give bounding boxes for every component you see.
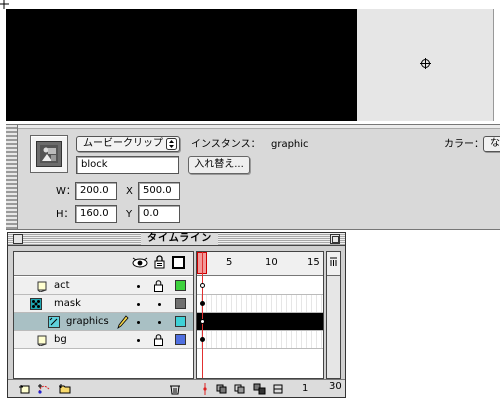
layer-row-graphics[interactable]: graphics bbox=[14, 313, 193, 331]
pencil-icon bbox=[117, 315, 129, 329]
timeline-window: タイムライン act mask graphics bg 5 10 15 1 30 bbox=[7, 232, 346, 398]
frame-row-mask[interactable] bbox=[197, 295, 323, 313]
select-arrows-icon bbox=[166, 138, 177, 150]
stage-scrollbar[interactable] bbox=[493, 9, 500, 121]
registration-point-icon[interactable] bbox=[420, 58, 431, 69]
frame-ruler[interactable]: 1 5 10 15 bbox=[197, 252, 323, 276]
mask-layer-icon bbox=[30, 298, 42, 310]
frame-area[interactable]: 1 5 10 15 bbox=[196, 251, 324, 379]
stage-area[interactable] bbox=[0, 0, 500, 124]
layer-row-act[interactable]: act bbox=[14, 277, 193, 295]
behavior-select[interactable]: ムービークリップ bbox=[76, 136, 180, 152]
width-field[interactable]: 200.0 bbox=[75, 182, 117, 200]
timeline-titlebar[interactable]: タイムライン bbox=[8, 233, 345, 246]
lock-icon[interactable] bbox=[154, 334, 163, 346]
layer-name: mask bbox=[54, 298, 81, 309]
layer-list: act mask graphics bg bbox=[13, 251, 194, 379]
close-box-icon[interactable] bbox=[13, 234, 23, 244]
lock-dot[interactable] bbox=[158, 321, 161, 324]
layer-color-swatch[interactable] bbox=[175, 280, 186, 291]
color-value: な bbox=[490, 138, 500, 149]
height-field[interactable]: 160.0 bbox=[75, 205, 117, 223]
ruler-label: 10 bbox=[265, 257, 278, 268]
trash-icon[interactable] bbox=[168, 383, 182, 395]
panel-header bbox=[18, 125, 500, 129]
layer-folder-icon[interactable] bbox=[58, 383, 72, 395]
width-label: W： bbox=[56, 186, 76, 197]
layer-row-bg[interactable]: bg bbox=[14, 331, 193, 349]
frame-rate: 30 bbox=[329, 381, 342, 392]
instance-properties-panel: ムービークリップ インスタンス： graphic カラー： な block 入れ… bbox=[6, 124, 500, 230]
zoom-box-icon[interactable] bbox=[330, 234, 340, 244]
frame-row-act[interactable] bbox=[197, 277, 323, 295]
timeline-title: タイムライン bbox=[141, 233, 219, 245]
layer-color-swatch[interactable] bbox=[175, 334, 186, 345]
behavior-value: ムービークリップ bbox=[83, 138, 163, 149]
layer-name: graphics bbox=[66, 316, 109, 327]
show-hide-eye-icon[interactable] bbox=[132, 257, 148, 269]
swap-symbol-button[interactable]: 入れ替え... bbox=[188, 156, 250, 174]
y-label: Y bbox=[126, 209, 133, 220]
masked-layer-icon bbox=[48, 316, 60, 328]
visibility-dot[interactable] bbox=[137, 303, 140, 306]
y-field[interactable]: 0.0 bbox=[138, 205, 180, 223]
x-field[interactable]: 500.0 bbox=[138, 182, 180, 200]
movie-clip-symbol-icon bbox=[30, 135, 68, 173]
keyframe-selected[interactable] bbox=[200, 319, 205, 324]
height-label: H： bbox=[56, 209, 74, 220]
onion-skin-icon[interactable] bbox=[215, 383, 229, 395]
center-frame-icon[interactable] bbox=[198, 383, 212, 395]
symbol-name-value: block bbox=[81, 159, 108, 170]
timeline-status-bar bbox=[8, 379, 345, 397]
frame-row-bg[interactable] bbox=[197, 331, 323, 349]
layer-row-mask[interactable]: mask bbox=[14, 295, 193, 313]
keyframe[interactable] bbox=[200, 301, 205, 306]
onion-outline-icon[interactable] bbox=[233, 383, 247, 395]
height-value: 160.0 bbox=[80, 208, 109, 219]
movie-clip-instance[interactable] bbox=[6, 9, 357, 121]
outline-square-icon[interactable] bbox=[172, 256, 185, 269]
instance-label: インスタンス： bbox=[191, 139, 261, 150]
keyframe[interactable] bbox=[200, 337, 205, 342]
layer-icon bbox=[37, 335, 47, 346]
timeline-options-icon bbox=[330, 257, 337, 266]
lock-dot[interactable] bbox=[158, 303, 161, 306]
width-value: 200.0 bbox=[80, 185, 109, 196]
swap-button-label: 入れ替え... bbox=[194, 159, 244, 170]
edit-multiple-icon[interactable] bbox=[253, 383, 267, 395]
panel-grip[interactable] bbox=[6, 125, 18, 229]
timeline-scrollbar[interactable] bbox=[326, 251, 341, 379]
ruler-label: 5 bbox=[226, 257, 233, 268]
lock-icon[interactable] bbox=[154, 255, 165, 269]
frame-row-graphics[interactable] bbox=[197, 313, 323, 331]
color-label: カラー： bbox=[444, 139, 484, 150]
current-frame: 1 bbox=[302, 383, 309, 394]
layer-icon bbox=[37, 281, 47, 292]
insert-layer-icon[interactable] bbox=[18, 383, 32, 395]
ruler-label: 15 bbox=[307, 257, 320, 268]
visibility-dot[interactable] bbox=[137, 321, 140, 324]
visibility-dot[interactable] bbox=[137, 339, 140, 342]
visibility-dot[interactable] bbox=[137, 285, 140, 288]
x-value: 500.0 bbox=[143, 185, 172, 196]
motion-guide-icon[interactable] bbox=[37, 383, 51, 395]
playhead-line bbox=[202, 252, 203, 378]
timeline-menu-button[interactable] bbox=[327, 252, 340, 276]
onion-markers-icon[interactable] bbox=[272, 383, 286, 395]
layer-name: act bbox=[54, 280, 70, 291]
layer-header bbox=[14, 252, 193, 276]
layer-color-swatch[interactable] bbox=[175, 316, 186, 327]
color-select[interactable]: な bbox=[483, 136, 500, 152]
x-label: X bbox=[126, 186, 133, 197]
empty-keyframe[interactable] bbox=[200, 283, 205, 288]
layer-color-swatch[interactable] bbox=[175, 298, 186, 309]
instance-name[interactable]: graphic bbox=[271, 139, 309, 151]
layer-name: bg bbox=[54, 334, 67, 345]
lock-icon[interactable] bbox=[154, 280, 163, 292]
symbol-name-field[interactable]: block bbox=[76, 156, 179, 174]
y-value: 0.0 bbox=[143, 208, 159, 219]
